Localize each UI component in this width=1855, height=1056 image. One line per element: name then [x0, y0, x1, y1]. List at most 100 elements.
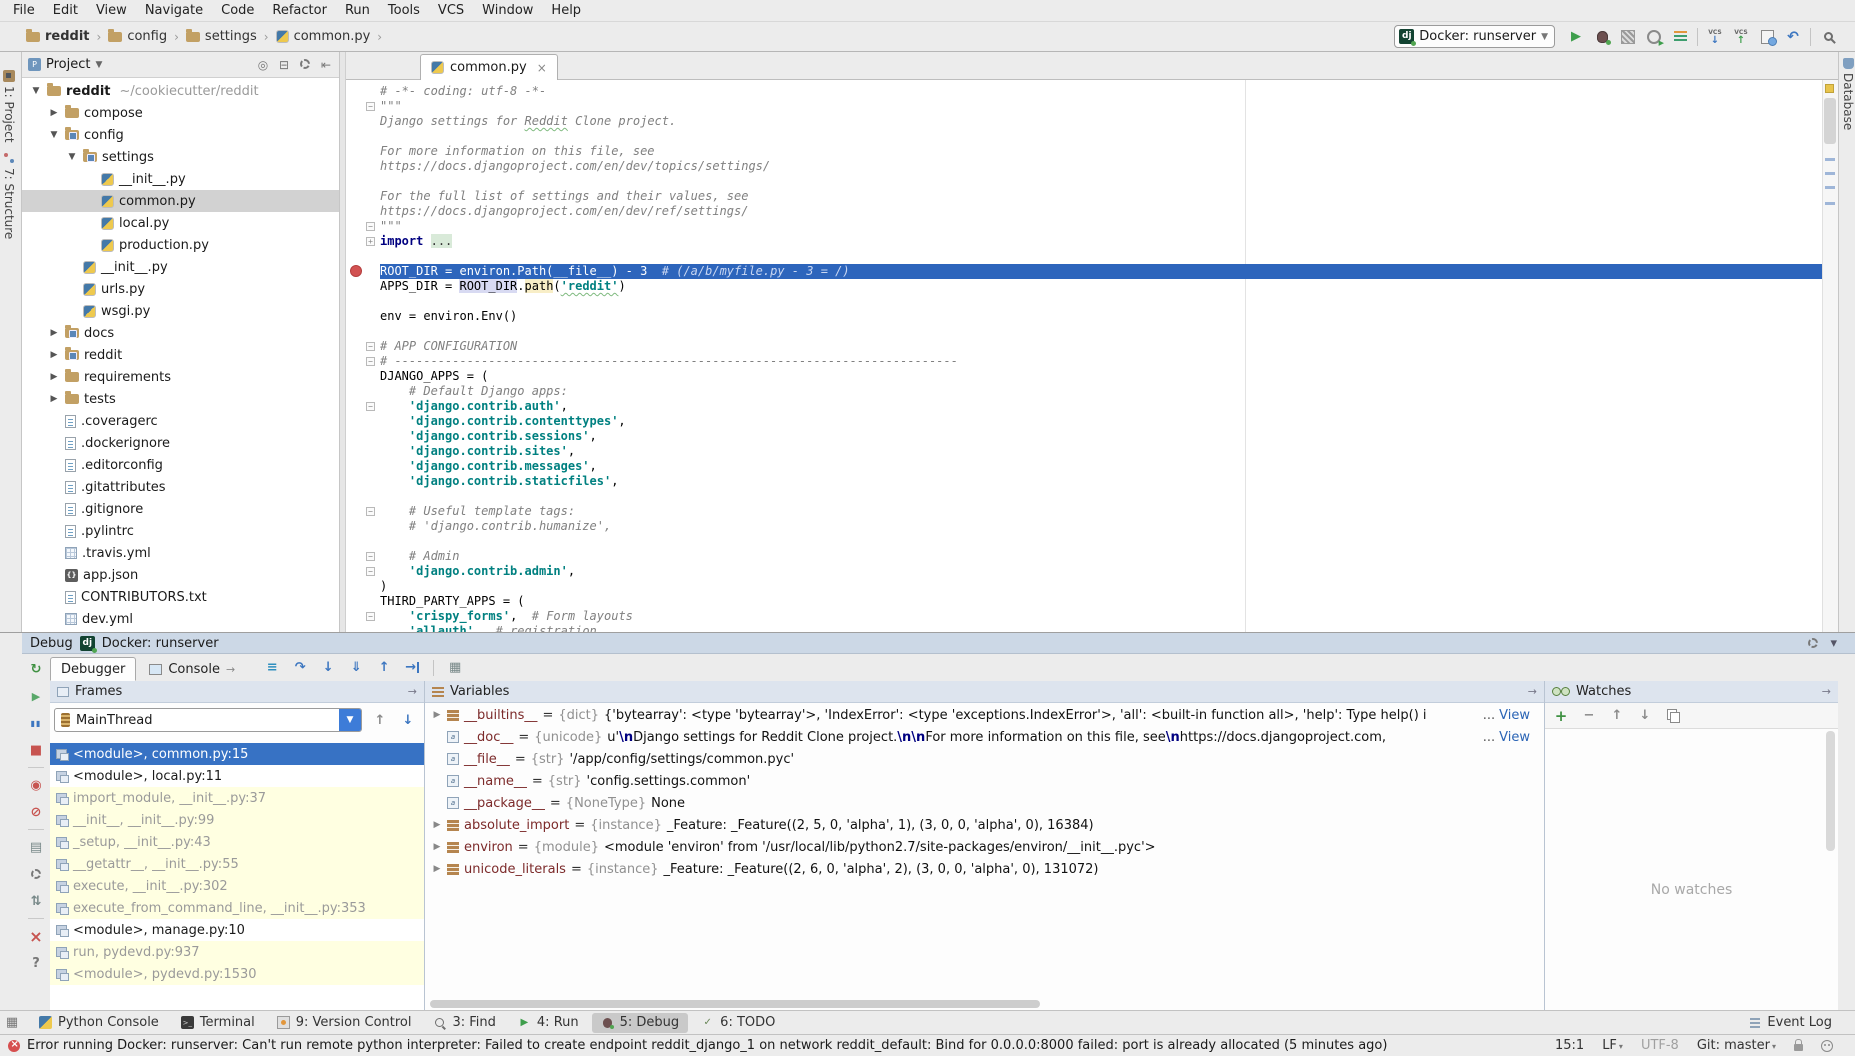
code-line[interactable]: https://docs.djangoproject.com/en/dev/re…	[346, 204, 1822, 219]
status-message-area[interactable]: Error running Docker: runserver: Can't r…	[0, 1038, 1387, 1053]
frame-row[interactable]: run, pydevd.py:937	[50, 941, 424, 963]
code-line[interactable]: ROOT_DIR = environ.Path(__file__) - 3 # …	[346, 264, 1822, 279]
project-panel-title[interactable]: Project	[46, 57, 90, 72]
remove-watch-icon[interactable]	[1581, 708, 1597, 724]
menu-item-file[interactable]: File	[4, 0, 44, 22]
run-configuration-select[interactable]: Docker: runserver ▼	[1394, 25, 1555, 48]
menu-item-help[interactable]: Help	[542, 0, 590, 22]
editor-gutter[interactable]	[346, 414, 380, 429]
code-line[interactable]: # -*- coding: utf-8 -*-	[346, 84, 1822, 99]
code-line[interactable]: − 'django.contrib.admin',	[346, 564, 1822, 579]
show-execution-point-icon[interactable]	[262, 658, 282, 678]
vertical-scrollbar[interactable]	[1826, 731, 1835, 851]
step-out-icon[interactable]	[374, 658, 394, 678]
menu-item-tools[interactable]: Tools	[379, 0, 429, 22]
editor-gutter[interactable]	[346, 204, 380, 219]
tree-item-docs[interactable]: ▶docs	[22, 322, 339, 344]
tree-expanded-arrow-icon[interactable]: ▼	[30, 86, 42, 96]
breadcrumb-item-config[interactable]: config	[108, 29, 167, 44]
editor-gutter[interactable]	[346, 489, 380, 504]
toolwindow-toggle-icon[interactable]	[4, 1015, 20, 1031]
toolwindow-tab-3-find[interactable]: 3: Find	[424, 1013, 504, 1033]
code-line[interactable]: − # Admin	[346, 549, 1822, 564]
frame-row[interactable]: _setup, __init__.py:43	[50, 831, 424, 853]
tree-item-settings[interactable]: ▼settings	[22, 146, 339, 168]
tree-expanded-arrow-icon[interactable]: ▼	[48, 130, 60, 140]
variable-row[interactable]: ▶environ={module}<module 'environ' from …	[425, 836, 1544, 858]
editor-gutter[interactable]	[346, 114, 380, 129]
search-icon[interactable]	[1818, 27, 1838, 47]
hide-panel-icon[interactable]	[1830, 636, 1837, 651]
locate-icon[interactable]	[256, 58, 270, 72]
code-line[interactable]: https://docs.djangoproject.com/en/dev/to…	[346, 159, 1822, 174]
code-line[interactable]: APPS_DIR = ROOT_DIR.path('reddit')	[346, 279, 1822, 294]
variable-row[interactable]: ▶__builtins__={dict}{'bytearray': <type …	[425, 704, 1544, 726]
tree-item--travis-yml[interactable]: .travis.yml	[22, 542, 339, 564]
toolwindow-tab-9-version-control[interactable]: 9: Version Control	[268, 1013, 421, 1033]
editor-gutter[interactable]	[346, 309, 380, 324]
tab-debugger[interactable]: Debugger	[50, 657, 136, 681]
menu-item-refactor[interactable]: Refactor	[263, 0, 336, 22]
code-line[interactable]: Django settings for Reddit Clone project…	[346, 114, 1822, 129]
tree-collapsed-arrow-icon[interactable]: ▶	[48, 350, 60, 360]
editor-gutter[interactable]	[346, 84, 380, 99]
resume-icon[interactable]	[26, 686, 46, 706]
encoding-widget[interactable]: UTF-8	[1641, 1038, 1679, 1053]
duplicate-watch-icon[interactable]	[1665, 708, 1681, 724]
frame-row[interactable]: <module>, common.py:15	[50, 743, 424, 765]
tree-item--pylintrc[interactable]: .pylintrc	[22, 520, 339, 542]
profile-icon[interactable]	[1644, 27, 1664, 47]
editor-gutter[interactable]	[346, 249, 380, 264]
code-line[interactable]: − 'django.contrib.auth',	[346, 399, 1822, 414]
previous-frame-button[interactable]: ↑	[370, 710, 390, 730]
code-line[interactable]: −"""	[346, 219, 1822, 234]
tree-expanded-arrow-icon[interactable]: ▼	[66, 152, 78, 162]
frame-row[interactable]: <module>, manage.py:10	[50, 919, 424, 941]
compare-icon[interactable]	[1670, 27, 1690, 47]
code-line[interactable]: − 'crispy_forms', # Form layouts	[346, 609, 1822, 624]
editor-gutter[interactable]: −	[346, 504, 380, 519]
gear-icon[interactable]	[1808, 638, 1818, 648]
code-line[interactable]: For the full list of settings and their …	[346, 189, 1822, 204]
tree-item-dev-yml[interactable]: dev.yml	[22, 608, 339, 630]
breakpoint-icon[interactable]	[350, 265, 362, 277]
code-line[interactable]	[346, 294, 1822, 309]
expand-arrow-icon[interactable]: ▶	[432, 820, 442, 830]
tree-item-local-py[interactable]: local.py	[22, 212, 339, 234]
code-line[interactable]	[346, 489, 1822, 504]
run-to-cursor-icon[interactable]	[402, 658, 422, 678]
editor-gutter[interactable]	[346, 279, 380, 294]
scrollbar-thumb[interactable]	[1824, 98, 1836, 144]
mute-breakpoints-icon[interactable]	[26, 802, 46, 822]
editor-gutter[interactable]: −	[346, 399, 380, 414]
editor-gutter[interactable]	[346, 384, 380, 399]
fold-collapse-icon[interactable]: −	[366, 612, 375, 621]
variable-row[interactable]: __doc__={unicode}u'\nDjango settings for…	[425, 726, 1544, 748]
editor-scrollbar[interactable]	[1822, 80, 1838, 632]
view-value-link[interactable]: ...View	[1479, 726, 1530, 748]
editor-gutter[interactable]: +	[346, 234, 380, 249]
run-icon[interactable]	[1566, 27, 1586, 47]
add-watch-icon[interactable]	[1553, 708, 1569, 724]
tree-collapsed-arrow-icon[interactable]: ▶	[48, 108, 60, 118]
code-line[interactable]	[346, 129, 1822, 144]
expand-arrow-icon[interactable]: ▶	[432, 842, 442, 852]
vcs-up-icon[interactable]	[1731, 27, 1751, 47]
editor-gutter[interactable]: −	[346, 219, 380, 234]
tree-item-__init__-py[interactable]: __init__.py	[22, 168, 339, 190]
tree-item-__init__-py[interactable]: __init__.py	[22, 256, 339, 278]
vcs-down-icon[interactable]	[1705, 27, 1725, 47]
fold-expand-icon[interactable]: +	[366, 237, 375, 246]
coverage-icon[interactable]	[1618, 27, 1638, 47]
code-line[interactable]: 'django.contrib.sessions',	[346, 429, 1822, 444]
code-line[interactable]: 'allauth', # registration	[346, 624, 1822, 632]
frame-row[interactable]: execute_from_command_line, __init__.py:3…	[50, 897, 424, 919]
code-line[interactable]: −# APP CONFIGURATION	[346, 339, 1822, 354]
editor-gutter[interactable]	[346, 369, 380, 384]
settings-icon[interactable]	[298, 58, 312, 72]
expand-arrow-icon[interactable]: ▶	[432, 710, 442, 720]
breadcrumb-item-reddit[interactable]: reddit	[26, 29, 90, 44]
close-icon[interactable]	[26, 926, 46, 946]
scroll-down-icon[interactable]	[26, 891, 46, 911]
changes-icon[interactable]	[1757, 27, 1777, 47]
